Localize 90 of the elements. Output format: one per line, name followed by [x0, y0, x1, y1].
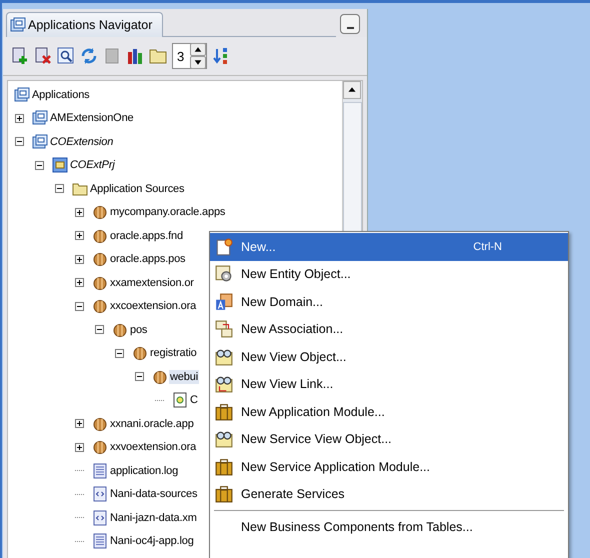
package-icon: [92, 416, 108, 432]
collapse-toggle[interactable]: [55, 184, 64, 194]
search-icon[interactable]: [57, 47, 75, 65]
menu-item[interactable]: New Domain...: [210, 288, 568, 316]
xml-file-icon: [92, 510, 108, 526]
menu-item[interactable]: New Association...: [210, 316, 568, 343]
expand-toggle[interactable]: [75, 254, 84, 264]
xml-file-icon: [92, 486, 108, 502]
collapse-toggle[interactable]: [115, 348, 124, 358]
tree-item[interactable]: Application Sources: [89, 182, 186, 196]
menu-item[interactable]: New View Link...: [210, 370, 568, 398]
package-icon: [152, 368, 168, 385]
expand-toggle[interactable]: [15, 114, 24, 123]
menu-item[interactable]: New Entity Object...: [210, 260, 568, 288]
expand-toggle[interactable]: [75, 278, 84, 288]
tree-item[interactable]: Nani-oc4j-app.log: [109, 534, 195, 548]
application-icon: [32, 134, 48, 150]
glasses-icon: [215, 348, 233, 366]
expand-toggle[interactable]: [75, 208, 84, 217]
tree-item[interactable]: xxvoextension.ora: [109, 440, 198, 454]
level-spinner[interactable]: 3: [172, 43, 208, 69]
document-icon: [92, 462, 108, 479]
glasses-icon: [215, 430, 233, 448]
collapse-toggle[interactable]: [75, 302, 84, 311]
tree-item[interactable]: xxnani.oracle.app: [109, 416, 195, 431]
briefcase-icon: [215, 485, 233, 504]
gear-icon: [215, 265, 233, 284]
collapse-toggle[interactable]: [135, 372, 144, 382]
expand-toggle[interactable]: [75, 442, 84, 452]
tree-item[interactable]: COExtension: [49, 134, 114, 149]
package-icon: [92, 439, 108, 456]
package-icon: [112, 322, 128, 338]
collapse-toggle[interactable]: [35, 160, 44, 170]
bar-chart-icon[interactable]: [126, 47, 144, 65]
tree-item[interactable]: registratio: [149, 346, 198, 360]
add-document-icon[interactable]: [11, 47, 29, 65]
package-icon: [92, 298, 108, 314]
menu-item[interactable]: New Application Module...: [210, 398, 568, 426]
delete-document-icon[interactable]: [34, 47, 52, 65]
spin-down-icon[interactable]: [190, 56, 206, 69]
tree-item[interactable]: COExtPrj: [69, 158, 116, 172]
domain-icon: [215, 292, 233, 311]
tree-item[interactable]: Nani-jazn-data.xm: [109, 510, 198, 525]
tree-item[interactable]: oracle.apps.pos: [109, 252, 186, 266]
expand-toggle[interactable]: [75, 419, 84, 428]
folder-icon: [72, 180, 88, 197]
menu-item[interactable]: New View Object...: [210, 343, 568, 370]
folder-icon[interactable]: [149, 47, 167, 65]
association-icon: [215, 320, 233, 338]
page-icon: [172, 392, 188, 408]
briefcase-icon: [215, 458, 233, 476]
application-icon: [32, 110, 48, 126]
spinner-value: 3: [176, 48, 186, 64]
menu-item[interactable]: New... Ctrl-N: [210, 233, 568, 260]
refresh-icon[interactable]: [80, 47, 98, 65]
package-icon: [132, 345, 148, 362]
document-icon: [92, 533, 108, 550]
package-icon: [92, 274, 108, 291]
package-icon: [92, 251, 108, 268]
tree-item[interactable]: C: [189, 393, 199, 408]
menu-item[interactable]: New Service Application Module...: [210, 453, 568, 480]
tree-item[interactable]: pos: [129, 322, 148, 337]
package-icon: [92, 204, 108, 220]
briefcase-icon: [215, 402, 233, 421]
tree-item[interactable]: Applications: [31, 88, 91, 102]
application-icon: [14, 86, 30, 103]
project-folder-icon: [52, 157, 68, 174]
new-document-icon: [215, 238, 233, 256]
spin-up-icon[interactable]: [190, 43, 206, 56]
application-icon: [10, 17, 26, 33]
collapse-toggle[interactable]: [95, 325, 104, 334]
tree-item[interactable]: webui: [169, 370, 199, 384]
expand-toggle[interactable]: [75, 231, 84, 240]
glasses-icon: [215, 375, 233, 394]
collapse-toggle[interactable]: [15, 137, 24, 146]
navigator-tab[interactable]: Applications Navigator: [6, 12, 164, 37]
tree-item[interactable]: AMExtensionOne: [49, 111, 134, 126]
menu-item[interactable]: New Business Components from Tables...: [210, 513, 568, 540]
package-icon: [92, 228, 108, 244]
tree-item[interactable]: oracle.apps.fnd: [109, 228, 184, 243]
tree-item[interactable]: Nani-data-sources: [109, 487, 198, 502]
scroll-up-icon[interactable]: [343, 81, 361, 99]
menu-item[interactable]: Generate Services: [210, 480, 568, 508]
tree-item[interactable]: mycompany.oracle.apps: [109, 205, 226, 220]
tree-item[interactable]: xxamextension.or: [109, 276, 195, 290]
tab-title: Applications Navigator: [28, 18, 152, 32]
menu-item[interactable]: New Service View Object...: [210, 426, 568, 453]
tree-item[interactable]: xxcoextension.ora: [109, 299, 198, 314]
minimize-button[interactable]: [340, 14, 360, 34]
tree-item[interactable]: application.log: [109, 464, 180, 478]
